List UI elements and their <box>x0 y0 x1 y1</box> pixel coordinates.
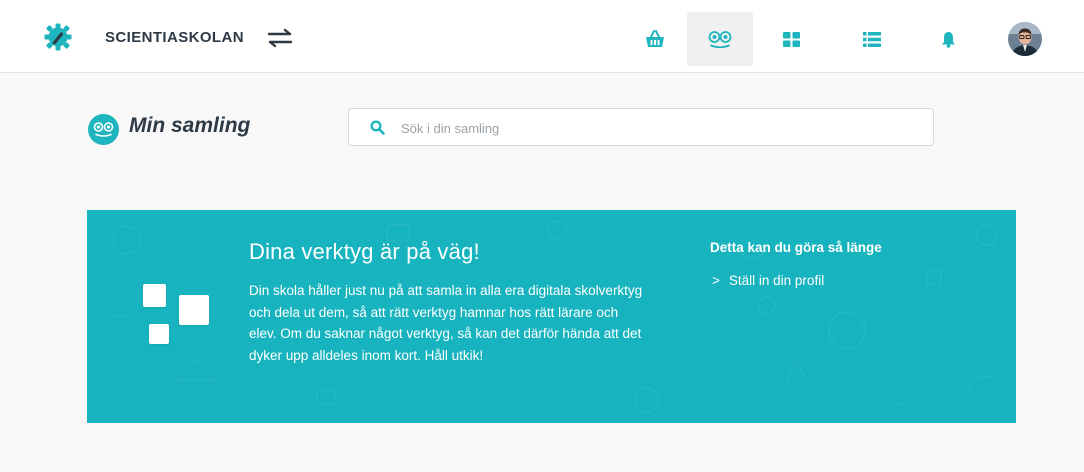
avatar-image <box>1008 22 1042 56</box>
collection-icon <box>88 114 119 145</box>
search-box[interactable] <box>348 108 934 146</box>
tiles-illustration <box>141 283 221 353</box>
grid-icon <box>782 31 800 47</box>
nav-grid-button[interactable] <box>758 12 824 66</box>
top-navigation-bar: SCIENTIASKOLAN <box>0 0 1084 73</box>
user-avatar[interactable] <box>1008 22 1042 56</box>
page-title: Min samling <box>129 114 251 137</box>
nav-notifications-button[interactable] <box>915 12 981 66</box>
banner-side-title: Detta kan du göra så länge <box>710 240 882 255</box>
switch-arrows-icon[interactable] <box>266 28 294 48</box>
nav-basket-button[interactable] <box>622 12 688 66</box>
link-label: Ställ in din profil <box>728 273 825 288</box>
banner-title: Dina verktyg är på väg! <box>249 239 480 264</box>
search-input[interactable] <box>399 115 923 141</box>
search-icon <box>370 120 385 135</box>
bell-icon <box>941 31 955 48</box>
basket-icon <box>646 30 664 47</box>
info-banner: Dina verktyg är på väg! Din skola håller… <box>87 210 1016 423</box>
school-name[interactable]: SCIENTIASKOLAN <box>105 29 244 46</box>
chevron-right-icon: > <box>712 273 720 288</box>
banner-text: Din skola håller just nu på att samla in… <box>249 283 643 363</box>
collection-icon <box>708 31 732 48</box>
gear-pencil-logo-icon[interactable] <box>44 23 72 51</box>
list-icon <box>863 31 881 47</box>
nav-collection-button[interactable] <box>687 12 753 66</box>
profile-settings-link[interactable]: > Ställ in din profil <box>712 273 824 288</box>
nav-list-button[interactable] <box>839 12 905 66</box>
